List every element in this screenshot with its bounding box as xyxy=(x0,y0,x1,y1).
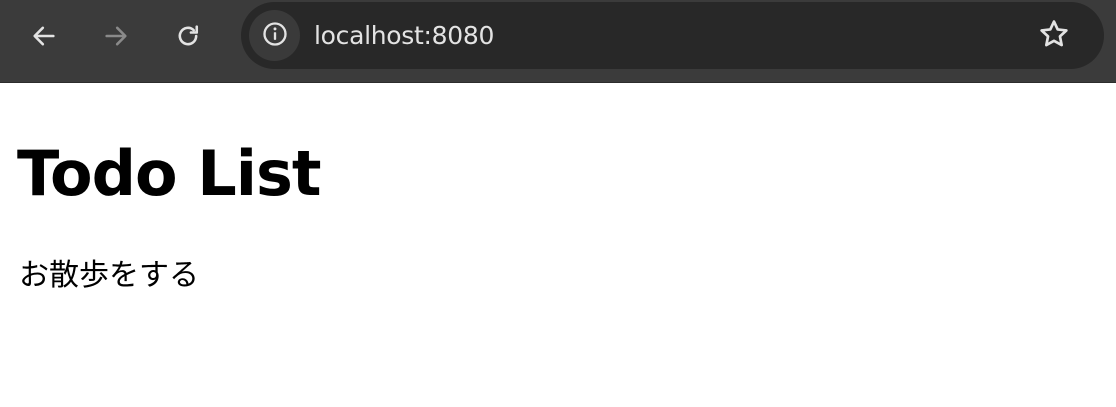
star-icon xyxy=(1037,17,1071,55)
reload-icon xyxy=(174,22,202,50)
todo-list: お散歩をする xyxy=(19,256,199,296)
arrow-right-icon xyxy=(102,22,130,50)
page-title: Todo List xyxy=(17,137,322,210)
todo-item: お散歩をする xyxy=(19,258,199,293)
address-bar[interactable]: localhost:8080 xyxy=(241,2,1104,69)
reload-button[interactable] xyxy=(168,16,208,56)
back-button[interactable] xyxy=(24,16,64,56)
page-content: Todo List お散歩をする xyxy=(0,84,1116,407)
site-info-button[interactable] xyxy=(249,10,300,61)
forward-button[interactable] xyxy=(96,16,136,56)
browser-toolbar: localhost:8080 xyxy=(0,0,1116,83)
url-text[interactable]: localhost:8080 xyxy=(314,2,494,69)
info-icon xyxy=(261,20,289,52)
arrow-left-icon xyxy=(30,22,58,50)
bookmark-button[interactable] xyxy=(1034,16,1074,56)
